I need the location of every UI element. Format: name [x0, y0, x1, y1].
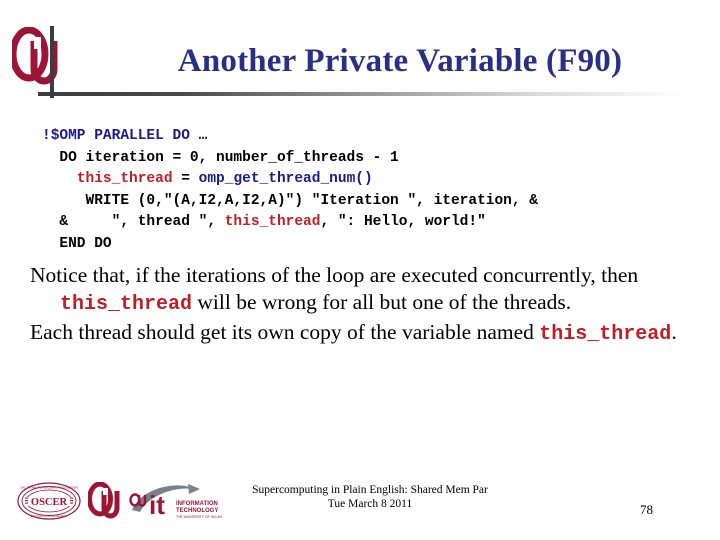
code-segment: DO iteration = 0, number_of_threads - 1 [42, 149, 399, 166]
oscer-logo: OSCER OKLAHOMA SUPERCOMPUTING CENTER EDU… [16, 481, 82, 521]
header-vertical-rule [50, 26, 54, 98]
body-segment: . [671, 320, 677, 344]
body-segment: will be wrong for all but one of the thr… [192, 290, 572, 314]
svg-text:EDUCATION & RESEARCH: EDUCATION & RESEARCH [31, 514, 67, 518]
page-number: 78 [640, 502, 653, 517]
code-segment: END DO [42, 235, 112, 252]
footer-logo-group: OSCER OKLAHOMA SUPERCOMPUTING CENTER EDU… [16, 478, 222, 524]
code-block: !$OMP PARALLEL DO … DO iteration = 0, nu… [42, 126, 682, 255]
code-segment: omp_get_thread_num() [198, 171, 373, 187]
slide-header: Another Private Variable (F90) [0, 0, 720, 105]
page-title: Another Private Variable (F90) [177, 43, 623, 79]
code-segment: this_thread [76, 171, 173, 187]
code-line-do-iteration: DO iteration = 0, number_of_threads - 1 [42, 148, 682, 170]
svg-text:OKLAHOMA SUPERCOMPUTING CENTER: OKLAHOMA SUPERCOMPUTING CENTER [20, 486, 77, 490]
body-paragraph-notice: Notice that, if the iterations of the lo… [30, 262, 690, 318]
ou-logo-footer [88, 482, 122, 520]
oscer-logo-label: OSCER [31, 497, 68, 508]
header-gradient-rule [38, 92, 686, 96]
code-segment: = [172, 171, 199, 187]
body-text: Notice that, if the iterations of the lo… [30, 262, 690, 348]
body-paragraph-each-thread: Each thread should get its own copy of t… [30, 319, 690, 348]
inline-code-variable: this_thread [539, 323, 672, 346]
code-line-end-do: END DO [42, 234, 682, 256]
code-line-omp-directive: !$OMP PARALLEL DO … [42, 126, 682, 148]
body-segment: Notice that, if the iterations of the lo… [30, 263, 639, 287]
code-segment: … [198, 128, 208, 144]
footer-line-1: Supercomputing in Plain English: Shared … [252, 484, 488, 496]
code-segment: & ", thread ", [42, 214, 225, 230]
footer-text: Supercomputing in Plain English: Shared … [200, 483, 540, 511]
code-line-assign-this-thread: this_thread = omp_get_thread_num() [42, 169, 682, 191]
footer-line-2: Tue March 8 2011 [327, 498, 413, 510]
code-segment: , ": Hello, world!" [320, 214, 486, 230]
code-segment: !$OMP PARALLEL DO [42, 128, 199, 144]
svg-text:THE UNIVERSITY OF OKLAHOMA: THE UNIVERSITY OF OKLAHOMA [176, 515, 222, 519]
code-line-write-continuation: & ", thread ", this_thread, ": Hello, wo… [42, 212, 682, 234]
code-segment: WRITE (0,"(A,I2,A,I2,A)") "Iteration ", … [42, 192, 538, 209]
code-line-write: WRITE (0,"(A,I2,A,I2,A)") "Iteration ", … [42, 191, 682, 213]
code-segment: this_thread [224, 214, 321, 230]
body-segment: Each thread should get its own copy of t… [30, 320, 540, 344]
inline-code-variable: this_thread [60, 293, 193, 316]
ou-it-logo-mark: it [149, 490, 165, 520]
